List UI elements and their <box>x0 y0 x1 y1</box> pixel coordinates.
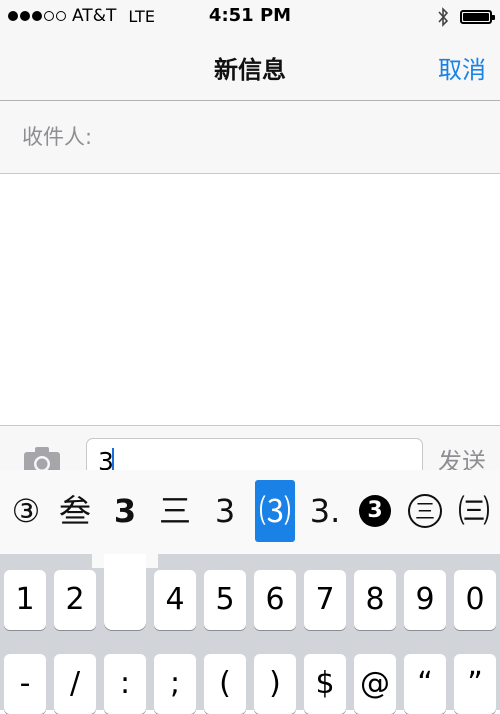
candidate-item-selected[interactable]: ⑶ <box>255 480 295 542</box>
battery-icon <box>460 10 495 24</box>
candidate-item[interactable]: 3 <box>103 480 147 542</box>
key-4[interactable]: 4 <box>154 570 196 630</box>
keyboard: 1 2 4 5 6 7 8 9 0 - / : ; ( ) $ @ “ ” <box>0 554 500 714</box>
candidate-item[interactable]: 叁 <box>53 480 97 542</box>
key-open-quote[interactable]: “ <box>404 654 446 714</box>
key-colon[interactable]: : <box>104 654 146 714</box>
key-semicolon[interactable]: ; <box>154 654 196 714</box>
page-title: 新信息 <box>214 56 286 84</box>
status-bar: AT&T LTE 4:51 PM <box>0 0 500 34</box>
bluetooth-icon <box>438 7 449 27</box>
key-7[interactable]: 7 <box>304 570 346 630</box>
message-input-bar: 3 发送 <box>0 425 500 476</box>
message-area <box>0 174 500 426</box>
key-9[interactable]: 9 <box>404 570 446 630</box>
key-1[interactable]: 1 <box>4 570 46 630</box>
status-time: 4:51 PM <box>208 5 292 26</box>
key-hyphen[interactable]: - <box>4 654 46 714</box>
key-6[interactable]: 6 <box>254 570 296 630</box>
key-0[interactable]: 0 <box>454 570 496 630</box>
key-at[interactable]: @ <box>354 654 396 714</box>
key-open-paren[interactable]: ( <box>204 654 246 714</box>
key-close-quote[interactable]: ” <box>454 654 496 714</box>
candidate-item[interactable]: 三 <box>153 480 197 542</box>
candidate-item[interactable]: 3 <box>353 480 397 542</box>
candidate-item[interactable]: ㈢ <box>451 480 497 542</box>
key-dollar[interactable]: $ <box>304 654 346 714</box>
key-2[interactable]: 2 <box>54 570 96 630</box>
status-right <box>436 6 495 28</box>
recipient-label: 收件人: <box>22 125 93 149</box>
recipient-field[interactable]: 收件人: <box>0 101 500 174</box>
candidate-item[interactable]: 3 <box>203 480 247 542</box>
candidate-item[interactable]: ③ <box>4 480 48 542</box>
key-3-pressed[interactable] <box>104 554 146 630</box>
candidate-item[interactable]: 3. <box>303 480 347 542</box>
navigation-bar: 新信息 取消 <box>0 34 500 101</box>
key-slash[interactable]: / <box>54 654 96 714</box>
key-close-paren[interactable]: ) <box>254 654 296 714</box>
cancel-button[interactable]: 取消 <box>438 50 486 85</box>
candidate-bar: ③ 叁 3 三 3 ⑶ 3. 3 三 ㈢ <box>0 470 500 554</box>
candidate-item[interactable]: 三 <box>403 480 447 542</box>
key-5[interactable]: 5 <box>204 570 246 630</box>
key-8[interactable]: 8 <box>354 570 396 630</box>
